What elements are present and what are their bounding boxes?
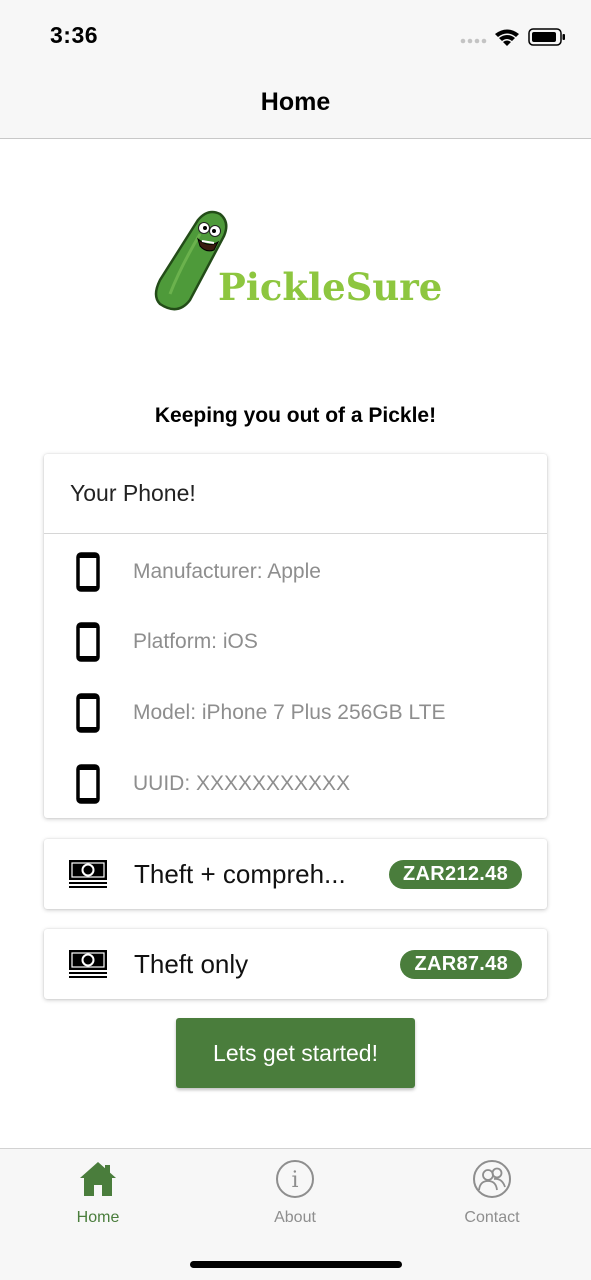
status-icons — [460, 28, 565, 46]
info-icon: i — [276, 1160, 314, 1198]
phone-icon — [76, 622, 100, 662]
price-badge: ZAR212.48 — [389, 860, 522, 889]
contacts-icon — [473, 1160, 511, 1198]
pickle-mascot — [154, 210, 228, 311]
tab-about[interactable]: i About — [235, 1159, 355, 1239]
info-row-platform: Platform: iOS — [44, 622, 547, 662]
money-icon — [69, 860, 107, 888]
plan-name: Theft only — [134, 949, 249, 979]
phone-icon — [76, 552, 100, 592]
phone-icon — [76, 693, 100, 733]
money-icon — [69, 950, 107, 978]
tab-home[interactable]: Home — [38, 1159, 158, 1239]
tagline: Keeping you out of a Pickle! — [154, 404, 437, 427]
tab-label-home: Home — [76, 1209, 120, 1226]
signal-icon — [460, 38, 487, 44]
model-text: Model: iPhone 7 Plus 256GB LTE — [133, 701, 446, 724]
phone-card-title: Your Phone! — [44, 454, 547, 534]
home-icon — [80, 1162, 116, 1196]
info-row-manufacturer: Manufacturer: Apple — [44, 552, 547, 592]
price-badge: ZAR87.48 — [400, 950, 522, 979]
plan-card-comprehensive[interactable]: Theft + compreh... ZAR212.48 — [44, 839, 547, 909]
app-screen: 3:36 Home PickleSure Keeping you out of … — [0, 0, 591, 1280]
home-indicator[interactable] — [190, 1261, 402, 1268]
phone-icon — [76, 764, 100, 804]
top-bar: 3:36 Home — [0, 0, 591, 139]
manufacturer-text: Manufacturer: Apple — [133, 560, 321, 583]
plan-name: Theft + compreh... — [134, 859, 346, 889]
get-started-button[interactable]: Lets get started! — [176, 1018, 415, 1088]
logo-text: PickleSure — [218, 265, 442, 309]
wifi-icon — [495, 29, 519, 46]
info-row-model: Model: iPhone 7 Plus 256GB LTE — [44, 693, 547, 733]
tab-bar: Home i About Contact — [0, 1148, 591, 1280]
tab-contact[interactable]: Contact — [432, 1159, 552, 1239]
tab-label-about: About — [274, 1209, 316, 1226]
uuid-text: UUID: XXXXXXXXXXX — [133, 772, 351, 795]
plan-card-theft-only[interactable]: Theft only ZAR87.48 — [44, 929, 547, 999]
picklesure-logo: PickleSure — [154, 210, 442, 311]
battery-icon — [528, 28, 565, 46]
status-time: 3:36 — [50, 22, 99, 48]
info-row-uuid: UUID: XXXXXXXXXXX — [44, 764, 547, 804]
svg-text:i: i — [291, 1168, 298, 1193]
phone-info-card: Your Phone! Manufacturer: Apple Platform… — [44, 454, 547, 818]
platform-text: Platform: iOS — [133, 630, 258, 653]
tab-label-contact: Contact — [464, 1209, 520, 1226]
page-title: Home — [260, 88, 331, 116]
